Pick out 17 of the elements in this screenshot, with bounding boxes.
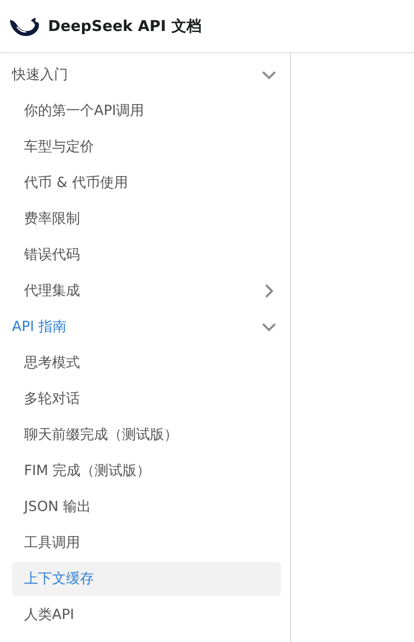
sidebar-item[interactable]: 思考模式 bbox=[12, 346, 281, 380]
site-title[interactable]: DeepSeek API 文档 bbox=[48, 16, 202, 36]
sidebar-item[interactable]: 费率限制 bbox=[12, 202, 281, 236]
sidebar-item[interactable]: JSON 输出 bbox=[12, 490, 281, 524]
sidebar-item[interactable]: 工具调用 bbox=[12, 526, 281, 560]
sidebar-section[interactable]: 快速入门 bbox=[12, 58, 281, 92]
sidebar-item[interactable]: 错误代码 bbox=[12, 238, 281, 272]
sidebar-item[interactable]: 车型与定价 bbox=[12, 130, 281, 164]
sidebar-item[interactable]: 代币 & 代币使用 bbox=[12, 166, 281, 200]
sidebar-item[interactable]: 代理集成 bbox=[12, 274, 281, 308]
sidebar-section[interactable]: API 指南 bbox=[12, 310, 281, 344]
sidebar-item[interactable]: 上下文缓存 bbox=[12, 562, 281, 596]
sidebar-item[interactable]: FIM 完成（测试版） bbox=[12, 454, 281, 488]
sidebar-item[interactable]: 多轮对话 bbox=[12, 382, 281, 416]
sidebar-item[interactable]: 你的第一个API调用 bbox=[12, 94, 281, 128]
sidebar-item[interactable]: 聊天前缀完成（测试版） bbox=[12, 418, 281, 452]
sidebar-item[interactable]: 人类API bbox=[12, 598, 281, 632]
